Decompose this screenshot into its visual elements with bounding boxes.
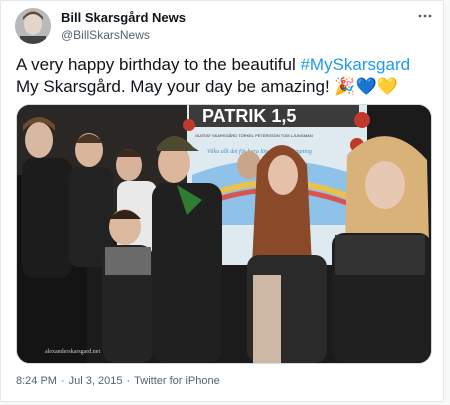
- meta-separator: ·: [60, 375, 65, 387]
- poster-names: GUSTAF SKARSGÅRD TORKEL PETERSSON TOM LJ…: [195, 133, 313, 138]
- photo-watermark: alexanderskarsgard.net: [45, 349, 100, 355]
- tweet-text-part: My Skarsgård. May your day be amazing!: [16, 77, 335, 96]
- tweet-date[interactable]: Jul 3, 2015: [69, 375, 123, 387]
- user-handle[interactable]: @BillSkarsNews: [61, 28, 150, 42]
- emoji-group: 🎉💙💛: [334, 77, 398, 96]
- poster-title: PATRIK 1,5: [202, 106, 296, 126]
- tweet-time[interactable]: 8:24 PM: [16, 375, 57, 387]
- tweet-card: Bill Skarsgård News @BillSkarsNews A ver…: [0, 0, 444, 402]
- tweet-source[interactable]: Twitter for iPhone: [134, 375, 220, 387]
- meta-separator: ·: [126, 375, 131, 387]
- tweet-meta: 8:24 PM · Jul 3, 2015 · Twitter for iPhone: [16, 375, 224, 387]
- tweet-text-part: A very happy birthday to the beautiful: [16, 55, 301, 74]
- tweet-photo[interactable]: PATRIK 1,5 GUSTAF SKARSGÅRD TORKEL PETER…: [16, 104, 432, 364]
- display-name[interactable]: Bill Skarsgård News: [61, 10, 186, 25]
- more-dots-icon[interactable]: [417, 11, 433, 21]
- tweet-text: A very happy birthday to the beautiful #…: [16, 54, 436, 98]
- hashtag-link[interactable]: #MySkarsgard: [300, 55, 410, 74]
- profile-avatar[interactable]: [15, 8, 51, 44]
